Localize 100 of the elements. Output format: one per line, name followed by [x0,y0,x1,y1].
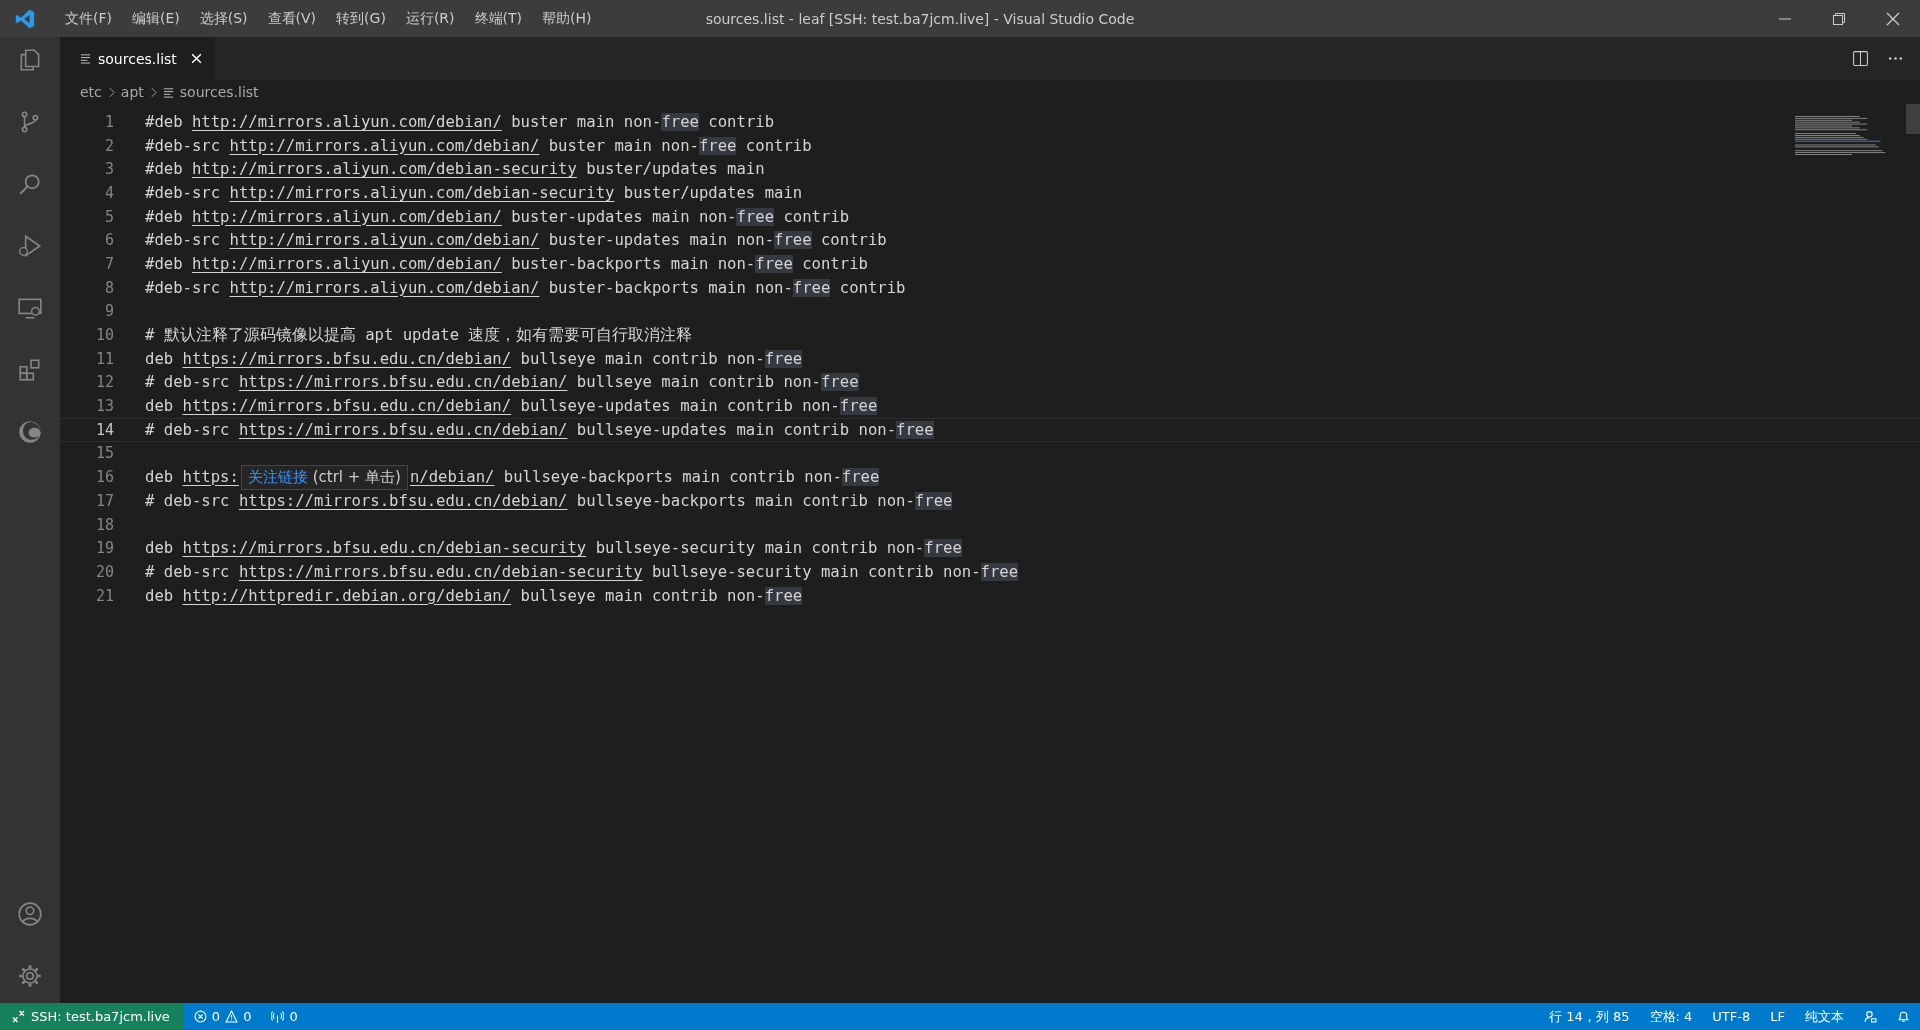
code-link[interactable]: http://mirrors.aliyun.com/debian/ [191,207,502,226]
code-text: contrib [838,278,906,297]
code-text: bullseye main contrib non- [519,586,765,605]
code-text: buster main non- [510,112,662,131]
code-link[interactable]: https: [182,467,239,486]
line-number: 7 [103,254,114,273]
code-link[interactable]: http://mirrors.aliyun.com/debian/ [229,231,540,250]
line-number: 14 [94,420,114,439]
line-number: 13 [94,397,114,416]
code-text: buster-backports main non- [510,254,756,273]
highlighted-word: free [839,397,878,416]
menu-item[interactable]: 帮助(H) [533,9,601,28]
code-link[interactable]: https://mirrors.bfsu.edu.cn/debian/ [238,373,568,392]
code-link[interactable]: https://mirrors.bfsu.edu.cn/debian/ [182,397,512,416]
code-text: deb [145,586,175,605]
ports-indicator[interactable]: 0 [261,1009,308,1024]
remote-indicator[interactable]: SSH: test.ba7jcm.live [0,1003,184,1030]
code-text: deb [145,349,175,368]
code-link[interactable]: https://mirrors.bfsu.edu.cn/debian/ [182,349,512,368]
menu-item[interactable]: 查看(V) [258,9,326,28]
code-text: #deb-src [145,136,222,155]
account-icon[interactable] [17,901,43,927]
chevron-right-icon [107,86,115,98]
highlighted-word: free [896,420,934,439]
run-debug-icon[interactable] [17,233,43,259]
warning-icon [225,1010,239,1023]
code-link[interactable]: http://mirrors.aliyun.com/debian/ [229,136,540,155]
line-number: 19 [94,539,114,558]
code-text: # deb-src [145,562,231,581]
code-link[interactable]: https://mirrors.bfsu.edu.cn/debian/ [238,420,568,439]
settings-icon[interactable] [17,963,43,989]
menu-item[interactable]: 选择(S) [190,9,257,28]
indentation[interactable]: 空格: 4 [1639,1007,1703,1026]
editor-tab[interactable]: sources.list [60,37,215,80]
breadcrumb-item[interactable]: apt [120,84,144,100]
code-link[interactable]: http://mirrors.aliyun.com/debian/ [191,254,502,273]
chevron-right-icon [149,86,157,98]
highlighted-word: free [914,491,953,510]
line-number: 17 [94,491,114,510]
code-link[interactable]: http://httpredir.debian.org/debian/ [182,586,512,605]
highlighted-word: free [980,562,1019,581]
breadcrumb-item[interactable]: etc [80,84,102,100]
code-text: buster-backports main non- [547,278,793,297]
code-link[interactable]: https://mirrors.bfsu.edu.cn/debian-security [182,539,587,558]
encoding[interactable]: UTF-8 [1702,1009,1761,1024]
line-number: 12 [94,373,114,392]
window-title: sources.list - leaf [SSH: test.ba7jcm.live] - Visual Studio Code [704,10,1136,27]
line-number: 6 [103,231,114,250]
menu-item[interactable]: 运行(R) [396,9,464,28]
line-number: 4 [103,183,114,202]
code-link[interactable]: https://mirrors.bfsu.edu.cn/debian-security [238,562,643,581]
line-number: 21 [94,586,114,605]
highlighted-word: free [755,254,793,273]
code-text: bullseye-backports main contrib non- [502,467,842,486]
code-link[interactable]: http://mirrors.aliyun.com/debian/ [229,278,540,297]
code-text: #deb [145,254,184,273]
code-text: # deb-src [145,491,231,510]
code-text: #deb [145,112,184,131]
code-text: buster-updates main non- [510,207,737,226]
problems-indicator[interactable]: 0 0 [183,1009,262,1024]
code-text: contrib [782,207,850,226]
browser-swirl-icon[interactable] [17,419,43,445]
code-link[interactable]: https://mirrors.bfsu.edu.cn/debian/ [238,491,568,510]
code-text: deb [145,539,175,558]
menu-item[interactable]: 转到(G) [327,9,395,28]
breadcrumb-item[interactable]: sources.list [179,84,259,100]
line-number: 1 [103,112,114,131]
close-icon[interactable] [189,52,203,65]
highlighted-word: free [820,373,859,392]
code-text: buster-updates main non- [547,231,775,250]
code-link[interactable]: http://mirrors.aliyun.com/debian-security [229,183,615,202]
code-text: bullseye main contrib non- [519,349,765,368]
line-number: 8 [103,278,114,297]
menu-item[interactable]: 文件(F) [56,9,121,28]
line-number: 2 [103,136,114,155]
code-text: bullseye-updates main contrib non- [519,397,840,416]
link-tooltip: 关注链接 (ctrl + 单击) [240,464,408,490]
code-text: # 默认注释了源码镜像以提高 apt update 速度，如有需要可自行取消注释 [145,325,693,344]
vscode-logo-icon [14,7,36,30]
line-ending[interactable]: LF [1760,1009,1795,1024]
language-mode[interactable]: 纯文本 [1795,1007,1854,1026]
code-text: #deb-src [145,278,222,297]
code-text: bullseye-updates main contrib non- [575,420,897,439]
scrollbar[interactable] [1906,104,1920,134]
cursor-position[interactable]: 行 14，列 85 [1539,1007,1640,1026]
highlighted-word: free [924,539,962,558]
menu-item[interactable]: 编辑(E) [123,9,189,28]
menu-item[interactable]: 终端(T) [465,9,531,28]
code-text: buster/updates main [622,183,803,202]
line-number: 15 [94,444,114,463]
code-link[interactable]: http://mirrors.aliyun.com/debian/ [191,112,502,131]
code-text: buster/updates main [585,160,765,179]
line-number: 18 [94,515,114,534]
code-text: #deb-src [145,231,222,250]
line-number: 5 [103,207,114,226]
code-link[interactable]: http://mirrors.aliyun.com/debian-security [191,160,577,179]
split-editor-icon[interactable] [1852,50,1869,67]
code-link[interactable]: n/debian/ [409,467,495,486]
antenna-icon [271,1010,285,1023]
code-text: bullseye-security main contrib non- [594,539,925,558]
